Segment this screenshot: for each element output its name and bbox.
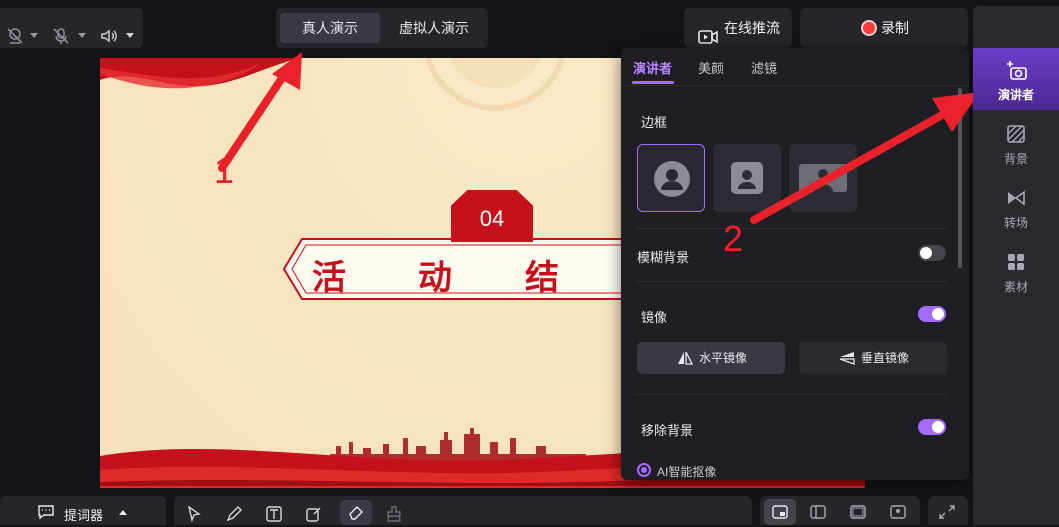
- record-dot-icon: [861, 20, 877, 36]
- presentation-mode-switch: 真人演示 虚拟人演示: [276, 8, 488, 48]
- annotation-number-1: 1: [214, 150, 235, 191]
- speaker-dropdown-caret[interactable]: [126, 33, 134, 38]
- record-label: 录制: [881, 20, 909, 36]
- banner-char-2: 动: [418, 258, 452, 298]
- prompter-caret-up-icon[interactable]: [119, 510, 127, 515]
- swap-layout-bar: [928, 496, 968, 525]
- horizontal-mirror-label: 水平镜像: [699, 351, 748, 365]
- toggle-knob: [932, 308, 944, 320]
- live-push-label: 在线推流: [724, 20, 780, 36]
- toggle-knob: [920, 247, 932, 259]
- mirror-label: 镜像: [641, 310, 668, 325]
- horizontal-mirror-button[interactable]: 水平镜像: [637, 342, 785, 374]
- rail-item-materials[interactable]: 素材: [973, 240, 1059, 302]
- prompter-icon: [38, 505, 54, 520]
- camera-dropdown-caret[interactable]: [30, 33, 38, 38]
- rail-item-label: 转场: [1003, 216, 1028, 230]
- rail-item-label: 素材: [1003, 280, 1028, 294]
- presenter-camera-icon: [1007, 61, 1027, 80]
- layout-option-4-icon[interactable]: [890, 505, 910, 525]
- prompter-bar: 提词器: [0, 496, 166, 525]
- camera-off-icon[interactable]: [6, 27, 24, 45]
- section-divider: [635, 394, 947, 395]
- emblem-watermark: [424, 58, 566, 111]
- annotation-arrow-2: [750, 92, 980, 224]
- tab-presenter[interactable]: 演讲者: [633, 58, 672, 77]
- layout-switcher-bar: [760, 496, 920, 525]
- vertical-mirror-icon: [839, 352, 855, 365]
- banner-char-3: 结: [525, 258, 559, 298]
- real-person-mode-tab[interactable]: 真人演示: [280, 13, 380, 43]
- right-sidebar-rail: 演讲者 背景 转场 素材: [973, 6, 1059, 525]
- microphone-dropdown-caret[interactable]: [78, 33, 86, 38]
- vertical-mirror-button[interactable]: 垂直镜像: [799, 342, 947, 374]
- swap-layout-icon[interactable]: [938, 504, 958, 524]
- layout-option-3-icon[interactable]: [850, 505, 870, 525]
- rail-item-label: 演讲者: [997, 88, 1034, 102]
- radio-dot: [641, 467, 647, 473]
- rail-item-presenter[interactable]: 演讲者: [973, 48, 1059, 110]
- eraser-tool-icon[interactable]: [340, 500, 372, 525]
- record-button[interactable]: 录制: [800, 8, 968, 48]
- rail-item-background[interactable]: 背景: [973, 112, 1059, 174]
- frame-section-label: 边框: [641, 115, 668, 130]
- materials-icon: [1008, 254, 1024, 270]
- drawing-tools-bar: [174, 496, 752, 525]
- horizontal-mirror-icon: [678, 351, 693, 365]
- layout-option-1-icon[interactable]: [764, 499, 796, 525]
- avatar-circle-icon: [654, 161, 690, 197]
- microphone-off-icon[interactable]: [52, 27, 70, 45]
- blur-background-label: 模糊背景: [637, 250, 690, 265]
- frame-option-circle[interactable]: [637, 144, 705, 212]
- pen-tool-icon[interactable]: [226, 506, 246, 526]
- live-stream-icon: [698, 20, 718, 44]
- text-tool-icon[interactable]: [266, 506, 286, 526]
- shape-tool-icon[interactable]: [306, 506, 326, 526]
- slide-section-number: 04: [451, 190, 533, 242]
- rail-item-transition[interactable]: 转场: [973, 176, 1059, 238]
- toggle-knob: [932, 421, 944, 433]
- clear-tool-icon[interactable]: [386, 506, 406, 526]
- vertical-mirror-label: 垂直镜像: [861, 351, 910, 365]
- rail-item-label: 背景: [1003, 152, 1028, 166]
- remove-background-toggle[interactable]: [918, 419, 946, 435]
- device-controls: [0, 8, 143, 48]
- section-divider: [635, 281, 947, 282]
- virtual-person-mode-tab[interactable]: 虚拟人演示: [384, 13, 484, 43]
- mirror-toggle[interactable]: [918, 306, 946, 322]
- blur-background-toggle[interactable]: [918, 245, 946, 261]
- speaker-icon[interactable]: [100, 27, 118, 45]
- active-tab-indicator: [632, 81, 674, 84]
- background-icon: [1007, 125, 1025, 143]
- live-push-button[interactable]: 在线推流: [684, 8, 792, 48]
- layout-option-2-icon[interactable]: [810, 505, 830, 525]
- prompter-button[interactable]: 提词器: [64, 505, 103, 524]
- pointer-tool-icon[interactable]: [186, 505, 206, 526]
- transition-icon: [1008, 190, 1025, 206]
- annotation-number-2: 2: [723, 218, 744, 259]
- banner-char-1: 活: [312, 258, 346, 298]
- ai-cutout-label: AI智能抠像: [657, 465, 717, 479]
- remove-background-label: 移除背景: [641, 423, 694, 438]
- tab-filter[interactable]: 滤镜: [751, 58, 777, 77]
- tab-beauty[interactable]: 美颜: [698, 58, 724, 77]
- ai-cutout-radio[interactable]: [637, 463, 651, 477]
